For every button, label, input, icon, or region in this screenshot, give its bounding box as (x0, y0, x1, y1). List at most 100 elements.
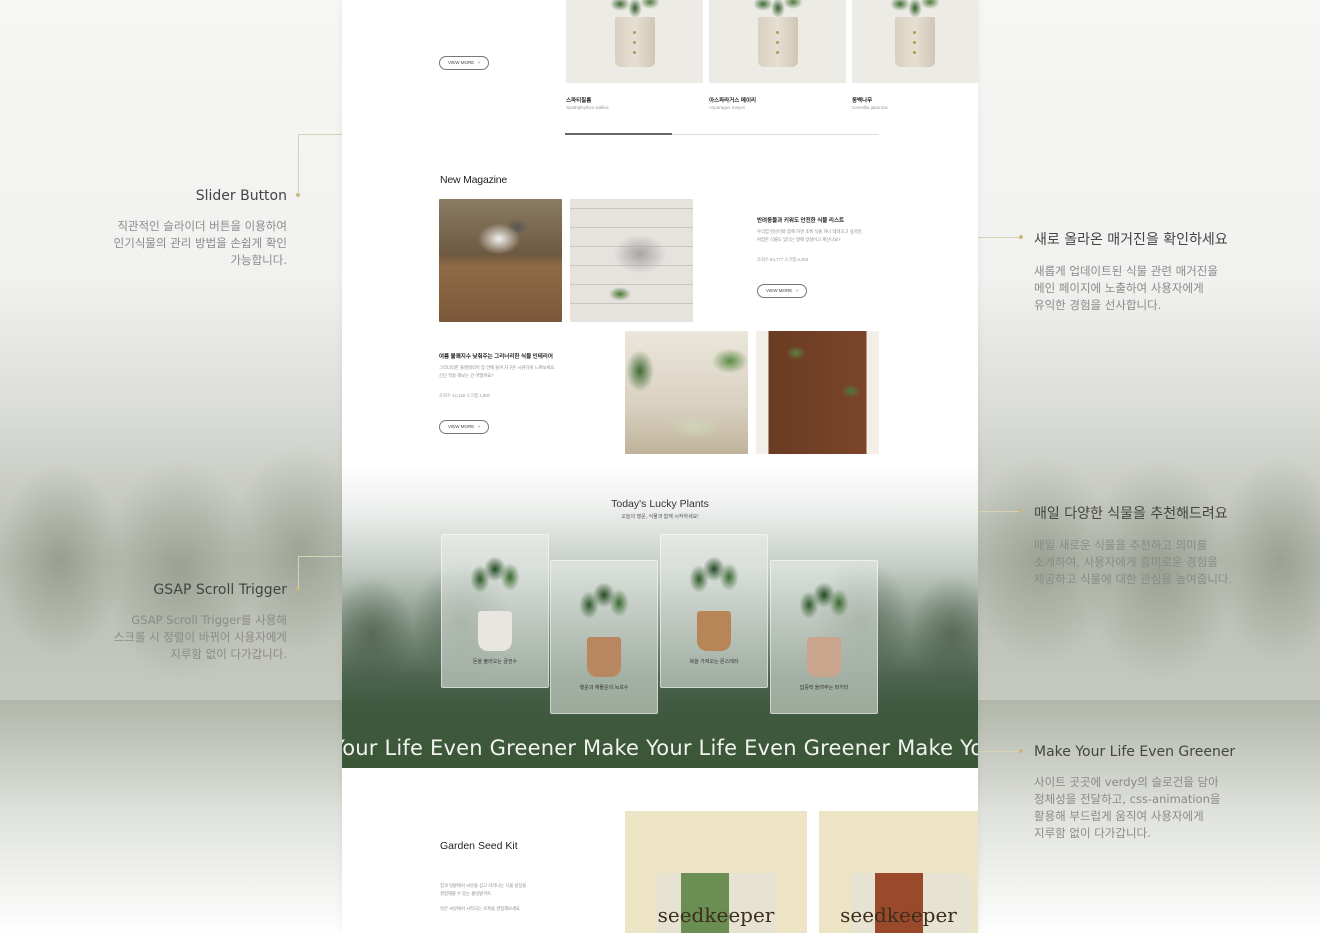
pot-image (614, 17, 655, 67)
slider-progress[interactable] (565, 133, 672, 135)
annotation-title: Make Your Life Even Greener (1034, 744, 1236, 760)
plant-name: 스파티필룸 (566, 98, 592, 104)
plant-slide-card[interactable] (852, 0, 978, 83)
section-subtitle: 오늘의 행운, 식물과 함께 시작하세요! (621, 514, 699, 520)
summary-line: 그리너리한 플랜테리어 집 안에 들여 지구온 시원하게 느껴보세요. (439, 365, 556, 370)
annotation-title: Slider Button (195, 188, 287, 204)
magazine-photo-bedroom[interactable] (625, 331, 748, 454)
annotation-gsap: GSAP Scroll Trigger GSAP Scroll Trigger를… (87, 582, 287, 663)
annotation-title: 새로 올라온 매거진을 확인하세요 (1034, 232, 1228, 248)
annotation-desc: 매일 새로운 식물을 추천하고 의미를 소개하여, 사용자에게 흥미로운 경험을… (1034, 537, 1254, 588)
plant-image (679, 549, 749, 659)
lucky-plant-card[interactable]: 돈을 불러오는 금전수 (441, 534, 549, 688)
chevron-right-icon: › (796, 288, 798, 294)
desc-line: 지루함 없이 다가갑니다. (170, 647, 287, 661)
section-description: 집과 텃밭에서 씨앗을 심고 자라나는 식물 성장을 경험해볼 수 있는 홈텃밭… (440, 882, 540, 898)
summary-line: 우리집 멍냥이와 함께 하면 초록 식물 하나 데려오고 싶지만, (757, 229, 863, 234)
lucky-plant-card[interactable]: 행운과 재물운의 녹보수 (550, 560, 658, 714)
plant-scientific-name: Asparagus meyeri (709, 105, 746, 110)
desc-line: 지루함 없이 다가갑니다. (1034, 826, 1151, 840)
plant-name: 아스파라거스 메이리 (709, 98, 757, 104)
plant-scientific-name: Spathiphyllum wallisii (566, 105, 609, 110)
seed-kit-card[interactable]: seedkeeper (625, 811, 807, 933)
chevron-right-icon: › (478, 60, 480, 66)
annotation-daily: 매일 다양한 식물을 추천해드려요 매일 새로운 식물을 추천하고 의미를 소개… (1034, 503, 1254, 588)
summary-line: 간단 적용 해보는 건 어떨까요? (439, 373, 494, 378)
plant-card-label: 집중력 올려주는 파키라 (799, 685, 849, 691)
button-label: VIEW MORE (448, 424, 475, 429)
annotation-title: 매일 다양한 식물을 추천해드려요 (1034, 506, 1228, 522)
connector-line (298, 134, 299, 194)
brand-logo: seedkeeper (840, 903, 957, 927)
section-title: New Magazine (440, 174, 508, 186)
desc-line: 유익한 경험을 선사합니다. (1034, 298, 1162, 312)
desc-line: 소개하여, 사용자에게 흥미로운 경험을 (1034, 555, 1218, 569)
desc-line: 직관적인 슬라이더 버튼을 이용하여 (117, 219, 287, 233)
view-more-button[interactable]: VIEW MORE › (439, 420, 489, 434)
plant-image (460, 549, 530, 659)
connector-line (298, 556, 299, 588)
section-description: 작은 씨앗에서 시작되는 초록을 경험해보세요 (440, 906, 520, 911)
magazine-photo-cat-reading[interactable] (439, 199, 562, 322)
desc-line: 메인 페이지에 노출하여 사용자에게 (1034, 281, 1204, 295)
pot-image (757, 17, 798, 67)
plant-image (789, 575, 859, 685)
plant-card-label: 돈을 불러오는 금전수 (472, 659, 518, 665)
description-line: 집과 텃밭에서 씨앗을 심고 자라나는 식물 성장을 (440, 883, 527, 888)
desc-line: 사이트 곳곳에 verdy의 슬로건을 담아 (1034, 775, 1219, 789)
button-label: VIEW MORE (766, 288, 793, 293)
brand-logo: seedkeeper (657, 903, 775, 927)
section-title: Garden Seed Kit (440, 840, 518, 852)
article-headline[interactable]: 여름 불쾌지수 낮춰주는 그리너리한 식물 인테리어 (439, 352, 553, 360)
desc-line: 제공하고 식물에 대한 관심을 높여줍니다. (1034, 572, 1233, 586)
annotation-greener: Make Your Life Even Greener 사이트 곳곳에 verd… (1034, 744, 1254, 842)
chevron-right-icon: › (478, 424, 480, 430)
annotation-magazine: 새로 올라온 매거진을 확인하세요 새롭게 업데이트된 식물 관련 매거진을 메… (1034, 229, 1254, 314)
desc-line: 매일 새로운 식물을 추천하고 의미를 (1034, 538, 1208, 552)
pot-image (895, 17, 935, 67)
summary-line: 위험한 식물도 있다는 말에 망설이고 계신나요? (757, 237, 841, 242)
plant-name: 동백나무 (852, 98, 873, 104)
section-title: Today's Lucky Plants (611, 498, 709, 510)
article-stats: 조회수 42,118 스크랩 1,800 (439, 393, 490, 398)
connector-dot (1019, 235, 1023, 239)
desc-line: GSAP Scroll Trigger를 사용해 (131, 613, 287, 627)
annotation-slider-button: Slider Button 직관적인 슬라이더 버튼을 이용하여 인기식물의 관… (87, 188, 287, 269)
plant-slide-card[interactable] (566, 0, 703, 83)
plant-slide-card[interactable] (709, 0, 846, 83)
article-summary: 우리집 멍냥이와 함께 하면 초록 식물 하나 데려오고 싶지만, 위험한 식물… (757, 228, 887, 244)
article-stats: 조회수 84,777 스크랩 6,303 (757, 257, 809, 262)
desc-line: 정체성을 전달하고, css-animation을 (1034, 792, 1221, 806)
view-more-button[interactable]: VIEW MORE › (757, 284, 807, 298)
connector-dot (1019, 509, 1023, 513)
lucky-plant-card[interactable]: 집중력 올려주는 파키라 (770, 560, 878, 714)
annotation-desc: GSAP Scroll Trigger를 사용해 스크롤 시 정렬이 바뀌어 사… (87, 612, 287, 663)
magazine-photo-cat-plant[interactable] (570, 199, 693, 322)
slogan-ticker: Your Life Even Greener Make Your Life Ev… (342, 736, 978, 760)
view-more-button[interactable]: VIEW MORE › (439, 56, 489, 70)
annotation-desc: 사이트 곳곳에 verdy의 슬로건을 담아 정체성을 전달하고, css-an… (1034, 774, 1254, 842)
magazine-photo-shelf[interactable] (756, 331, 879, 454)
desc-line: 새롭게 업데이트된 식물 관련 매거진을 (1034, 264, 1218, 278)
annotation-title: GSAP Scroll Trigger (153, 582, 287, 598)
plant-scientific-name: Camellia japonica (852, 105, 888, 110)
desc-line: 스크롤 시 정렬이 바뀌어 사용자에게 (113, 630, 287, 644)
article-headline[interactable]: 반려동물과 키워도 안전한 식물 리스트 (757, 216, 844, 224)
desc-line: 가능합니다. (230, 253, 287, 267)
article-summary: 그리너리한 플랜테리어 집 안에 들여 지구온 시원하게 느껴보세요. 간단 적… (439, 364, 569, 380)
website-mockup: VIEW MORE › 스파티필룸 Spathiphyllum wallisii … (342, 0, 978, 933)
plant-image (569, 575, 639, 685)
lucky-plants-section: Today's Lucky Plants 오늘의 행운, 식물과 함께 시작하세… (342, 462, 978, 768)
plant-card-label: 복을 가져오는 몬스테라 (689, 659, 739, 665)
button-label: VIEW MORE (448, 60, 475, 65)
annotation-desc: 새롭게 업데이트된 식물 관련 매거진을 메인 페이지에 노출하여 사용자에게 … (1034, 263, 1254, 314)
lucky-plant-card[interactable]: 복을 가져오는 몬스테라 (660, 534, 768, 688)
description-line: 경험해볼 수 있는 홈텃밭키트. (440, 891, 493, 896)
desc-line: 인기식물의 관리 방법을 손쉽게 확인 (113, 236, 287, 250)
connector-line (978, 751, 1020, 752)
seed-kit-card[interactable]: seedkeeper (819, 811, 978, 933)
plant-card-label: 행운과 재물운의 녹보수 (579, 685, 629, 691)
annotation-desc: 직관적인 슬라이더 버튼을 이용하여 인기식물의 관리 방법을 손쉽게 확인 가… (87, 218, 287, 269)
connector-dot (1019, 749, 1023, 753)
desc-line: 활용해 부드럽게 움직여 사용자에게 (1034, 809, 1204, 823)
